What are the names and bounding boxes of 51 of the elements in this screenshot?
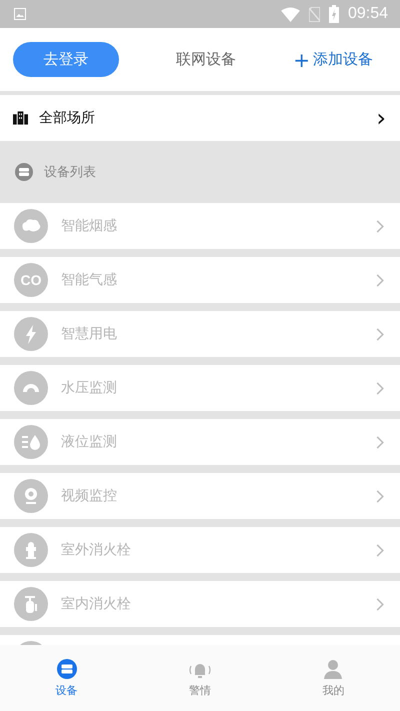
section-title: 设备列表 bbox=[44, 164, 96, 181]
device-name: 视频监控 bbox=[61, 487, 118, 505]
valve-icon bbox=[14, 587, 48, 621]
device-name: 智能气感 bbox=[61, 271, 118, 289]
chevron-icon bbox=[376, 274, 384, 286]
login-button[interactable]: 去登录 bbox=[13, 42, 119, 77]
nav-tab[interactable]: 警情 bbox=[133, 645, 267, 711]
chevron-icon bbox=[376, 598, 384, 610]
chevron-icon bbox=[376, 544, 384, 556]
device-row[interactable]: 液位监测 bbox=[0, 419, 400, 465]
chevron-icon bbox=[376, 490, 384, 502]
person-icon bbox=[323, 658, 344, 678]
building-icon bbox=[13, 111, 28, 125]
location-label: 全部场所 bbox=[39, 109, 96, 127]
water-level-icon bbox=[14, 425, 48, 459]
device-name: 室内消火栓 bbox=[61, 595, 132, 613]
add-device-button[interactable]: +添加设备 bbox=[293, 48, 387, 72]
chevron-icon: › bbox=[376, 106, 386, 130]
image-icon bbox=[14, 8, 26, 20]
device-name: 智慧用电 bbox=[61, 325, 118, 343]
gauge-icon bbox=[14, 371, 48, 405]
no-sim-icon bbox=[308, 6, 320, 22]
cloud-icon bbox=[14, 209, 48, 243]
co-icon: CO bbox=[14, 263, 48, 297]
lightning-icon bbox=[14, 317, 48, 351]
device-row[interactable]: CO 智能气感 bbox=[0, 257, 400, 303]
hydrant-icon bbox=[14, 533, 48, 567]
device-name: 室外消火栓 bbox=[61, 541, 132, 559]
wifi-icon bbox=[280, 6, 300, 22]
device-row[interactable]: 水压监测 bbox=[0, 365, 400, 411]
header-title: 联网设备 bbox=[175, 50, 238, 69]
device-row[interactable]: 室外消火栓 bbox=[0, 527, 400, 573]
device-name: 智能烟感 bbox=[61, 217, 118, 235]
chevron-icon bbox=[376, 328, 384, 340]
battery-charging-icon bbox=[328, 5, 339, 23]
device-name: 水压监测 bbox=[61, 379, 118, 397]
chevron-icon bbox=[376, 436, 384, 448]
nav-tab[interactable]: 设备 bbox=[0, 645, 134, 711]
clock-text: 09:54 bbox=[348, 5, 388, 23]
nav-tab[interactable]: 我的 bbox=[266, 645, 400, 711]
device-row[interactable]: 智能烟感 bbox=[0, 203, 400, 249]
chevron-icon bbox=[376, 220, 384, 232]
device-row[interactable]: 智慧用电 bbox=[0, 311, 400, 357]
location-row[interactable]: 全部场所 › bbox=[0, 95, 400, 141]
server-icon bbox=[56, 658, 77, 678]
chevron-icon bbox=[376, 382, 384, 394]
server-icon bbox=[15, 163, 33, 181]
device-name: 液位监测 bbox=[61, 433, 118, 451]
device-row[interactable]: 室内消火栓 bbox=[0, 581, 400, 627]
device-row[interactable]: 视频监控 bbox=[0, 473, 400, 519]
webcam-icon bbox=[14, 479, 48, 513]
